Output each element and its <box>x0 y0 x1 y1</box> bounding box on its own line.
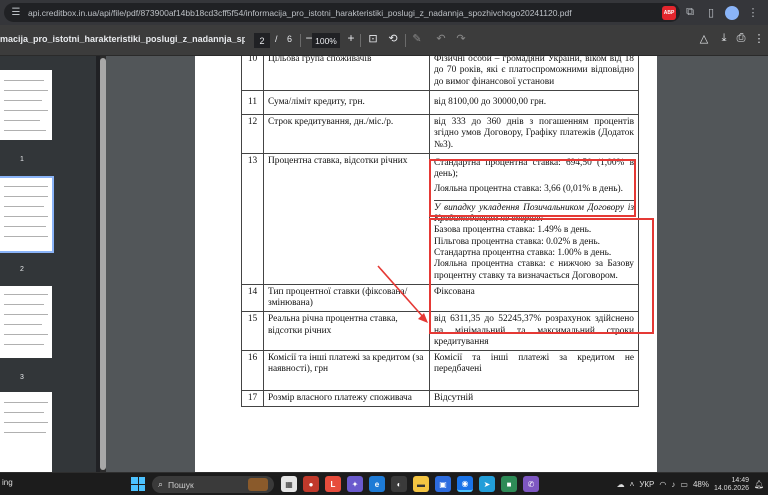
notification-bell-icon[interactable]: 🔔︎ <box>754 480 764 489</box>
windows-taskbar: ing ⌕ Пошук ▦ ● L ✦ e ◐ ▬ ▣ ◉ ➤ ■ ✆ ☁ ˄ … <box>0 472 768 495</box>
search-icon: ⌕ <box>158 479 164 489</box>
task-view-icon[interactable]: ▦ <box>281 476 297 492</box>
wifi-icon[interactable]: ◠ <box>659 480 666 489</box>
battery-icon[interactable]: ▭ <box>680 480 688 489</box>
file-explorer-icon[interactable]: ▬ <box>413 476 429 492</box>
start-windows-icon[interactable] <box>131 477 145 491</box>
battery-percent: 48% <box>692 480 709 489</box>
viber-icon[interactable]: ✆ <box>523 476 539 492</box>
store-icon[interactable]: ▣ <box>435 476 451 492</box>
app-icon-red[interactable]: ● <box>303 476 319 492</box>
app-icon-l[interactable]: L <box>325 476 341 492</box>
tray-chevron-icon[interactable]: ˄ <box>630 480 635 489</box>
chrome-icon[interactable]: ◉ <box>457 476 473 492</box>
clock-date: 14.06.2026 <box>713 484 749 492</box>
app-icon-dark[interactable]: ◐ <box>391 476 407 492</box>
taskbar-left-text: ing <box>2 478 13 487</box>
weather-icon[interactable]: ☁ <box>617 480 625 489</box>
copilot-icon[interactable]: ✦ <box>347 476 363 492</box>
volume-icon[interactable]: ♪ <box>671 480 675 489</box>
clock[interactable]: 14:49 14.06.2026 <box>714 477 749 492</box>
edge-icon[interactable]: e <box>369 476 385 492</box>
search-placeholder: Пошук <box>168 479 194 490</box>
language-indicator[interactable]: УКР <box>639 480 654 489</box>
system-tray: ☁ ˄ УКР ◠ ♪ ▭ 48% 14:49 14.06.2026 🔔︎ <box>617 475 765 494</box>
clock-time: 14:49 <box>731 476 749 484</box>
annotation-arrow <box>377 265 428 323</box>
app-icon-green[interactable]: ■ <box>501 476 517 492</box>
taskbar-search[interactable]: ⌕ Пошук <box>152 476 274 493</box>
telegram-icon[interactable]: ➤ <box>479 476 495 492</box>
search-highlight-image[interactable] <box>248 478 268 491</box>
taskbar-apps: ▦ ● L ✦ e ◐ ▬ ▣ ◉ ➤ ■ ✆ <box>281 476 539 493</box>
